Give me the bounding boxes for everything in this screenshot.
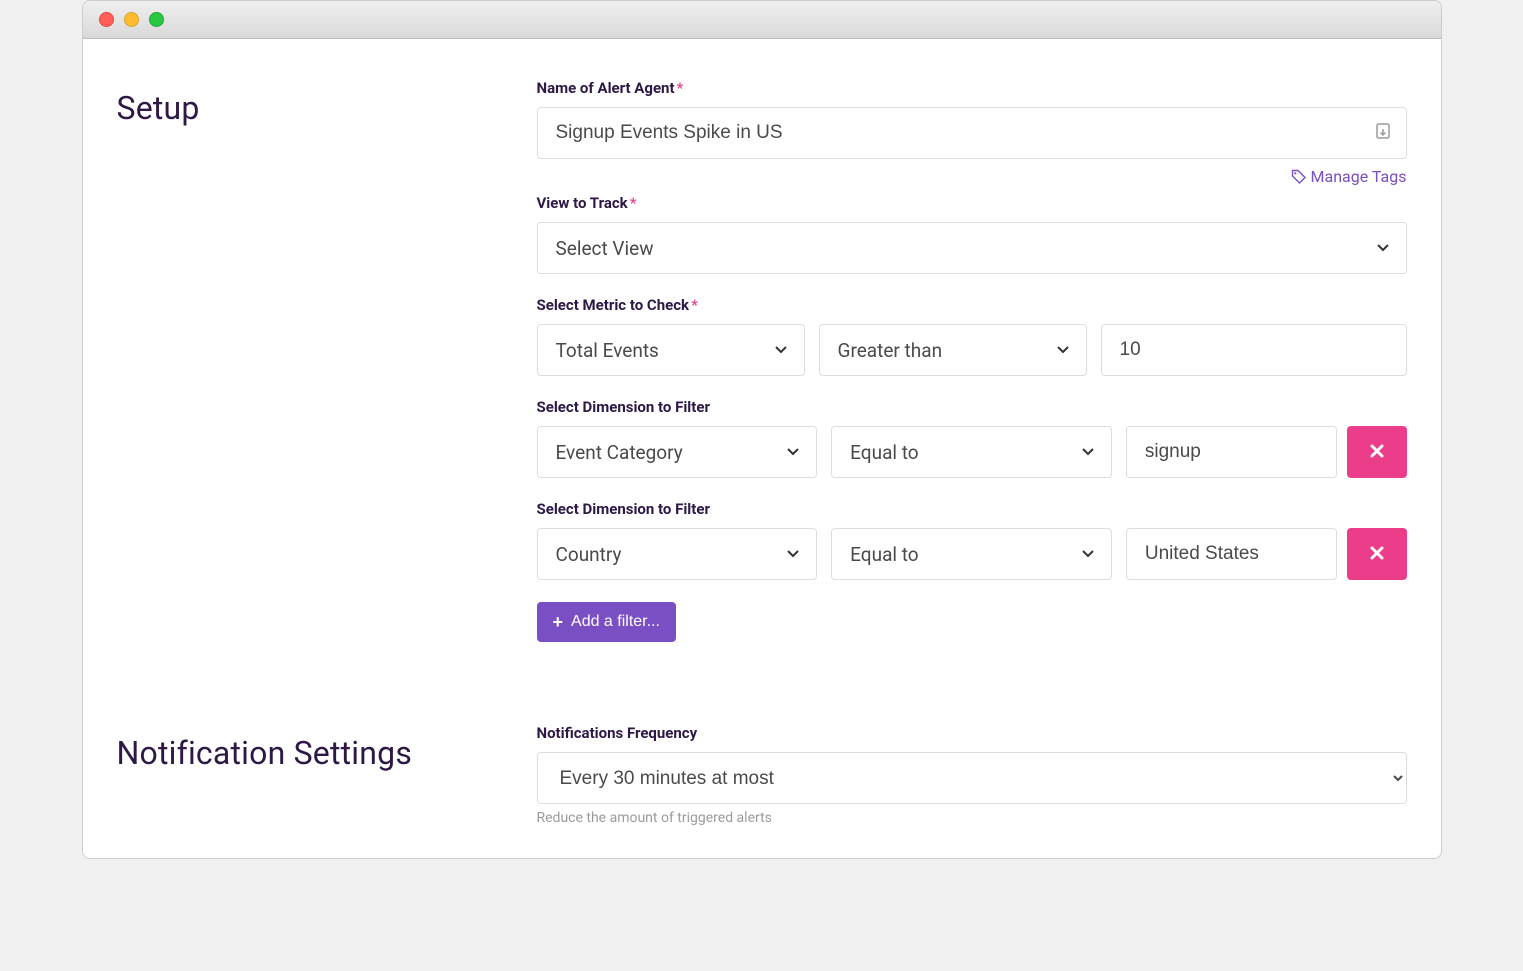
field-metric: Select Metric to Check* Total Events Gre… [537, 296, 1407, 376]
filter-0-value-input[interactable] [1126, 426, 1337, 478]
manage-tags-link[interactable]: Manage Tags [1291, 167, 1407, 186]
required-asterisk: * [677, 79, 684, 97]
alert-name-input[interactable] [537, 107, 1407, 159]
setup-heading: Setup [117, 89, 537, 127]
field-alert-name: Name of Alert Agent* [537, 79, 1407, 186]
filter-label: Select Dimension to Filter [537, 500, 1407, 518]
filter-1-dimension-select[interactable]: Country [537, 528, 818, 580]
filter-label: Select Dimension to Filter [537, 398, 1407, 416]
field-filter-0: Select Dimension to Filter Event Categor… [537, 398, 1407, 478]
keyboard-icon [1375, 122, 1391, 144]
tag-icon [1291, 169, 1307, 185]
manage-tags-text: Manage Tags [1311, 167, 1407, 186]
filter-1-operator-text: Equal to [850, 543, 918, 566]
add-filter-button[interactable]: + Add a filter... [537, 602, 676, 642]
filter-0-dimension-select[interactable]: Event Category [537, 426, 818, 478]
filter-0-remove-button[interactable] [1347, 426, 1407, 478]
label-text: Select Metric to Check [537, 296, 690, 314]
field-view: View to Track* Select View [537, 194, 1407, 274]
view-selected-text: Select View [556, 237, 654, 260]
window: Setup Name of Alert Agent* [82, 0, 1442, 859]
metric-value-input[interactable] [1101, 324, 1407, 376]
add-filter-row: + Add a filter... [537, 602, 1407, 642]
metric-label: Select Metric to Check* [537, 296, 1407, 314]
notif-helper-text: Reduce the amount of triggered alerts [537, 810, 1407, 826]
metric-operator-text: Greater than [838, 339, 943, 362]
field-notif-frequency: Notifications Frequency Every 30 minutes… [537, 724, 1407, 826]
label-text: Name of Alert Agent [537, 79, 675, 97]
notification-section: Notification Settings Notifications Freq… [117, 724, 1407, 830]
metric-operator-select[interactable]: Greater than [819, 324, 1087, 376]
window-close-button[interactable] [99, 12, 114, 27]
alert-name-label: Name of Alert Agent* [537, 79, 1407, 97]
view-label: View to Track* [537, 194, 1407, 212]
add-filter-label: Add a filter... [571, 613, 660, 631]
label-text: View to Track [537, 194, 628, 212]
filter-1-operator-select[interactable]: Equal to [831, 528, 1112, 580]
filter-0-operator-select[interactable]: Equal to [831, 426, 1112, 478]
view-select[interactable]: Select View [537, 222, 1407, 274]
filter-1-value-input[interactable] [1126, 528, 1337, 580]
plus-icon: + [553, 612, 564, 633]
window-minimize-button[interactable] [124, 12, 139, 27]
required-asterisk: * [691, 296, 698, 314]
notif-frequency-label: Notifications Frequency [537, 724, 1407, 742]
metric-select[interactable]: Total Events [537, 324, 805, 376]
setup-section: Setup Name of Alert Agent* [117, 79, 1407, 664]
field-filter-1: Select Dimension to Filter Country Equal… [537, 500, 1407, 580]
titlebar [83, 1, 1441, 39]
filter-0-operator-text: Equal to [850, 441, 918, 464]
required-asterisk: * [630, 194, 637, 212]
close-icon [1369, 541, 1385, 567]
filter-0-dimension-text: Event Category [556, 441, 683, 464]
manage-tags-row: Manage Tags [537, 167, 1407, 186]
metric-selected-text: Total Events [556, 339, 659, 362]
window-maximize-button[interactable] [149, 12, 164, 27]
content: Setup Name of Alert Agent* [83, 39, 1441, 858]
close-icon [1369, 439, 1385, 465]
filter-1-dimension-text: Country [556, 543, 622, 566]
filter-1-remove-button[interactable] [1347, 528, 1407, 580]
notification-heading: Notification Settings [117, 734, 537, 772]
notif-frequency-select[interactable]: Every 30 minutes at most [537, 752, 1407, 804]
